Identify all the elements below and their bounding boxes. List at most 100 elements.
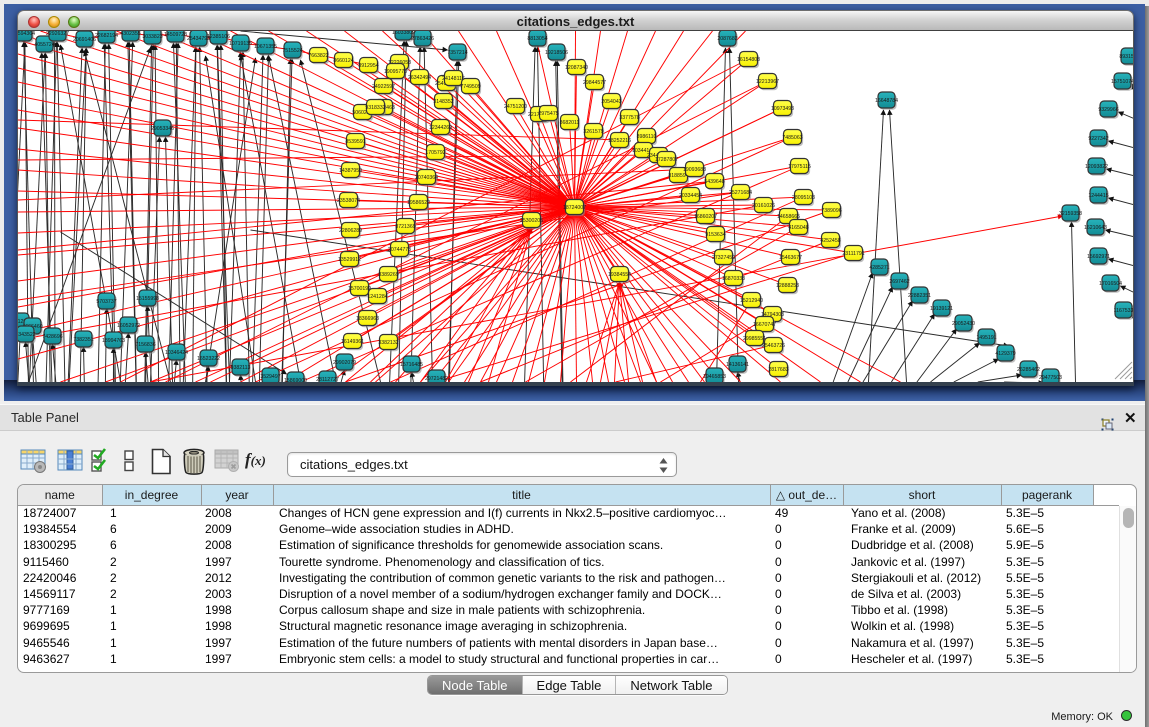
svg-text:8682011: 8682011 xyxy=(560,120,580,126)
svg-text:1705792: 1705792 xyxy=(425,150,445,156)
svg-text:29721482: 29721482 xyxy=(425,376,448,382)
svg-text:14509728: 14509728 xyxy=(164,32,187,38)
svg-text:25271684: 25271684 xyxy=(729,190,752,196)
svg-text:32159358: 32159358 xyxy=(1059,211,1082,217)
svg-text:24922597: 24922597 xyxy=(372,84,395,90)
svg-text:8660124: 8660124 xyxy=(333,58,353,64)
svg-text:10719135: 10719135 xyxy=(229,41,252,47)
svg-text:2054043: 2054043 xyxy=(601,99,621,105)
svg-text:3377578: 3377578 xyxy=(619,115,639,121)
svg-text:7389096: 7389096 xyxy=(821,208,841,214)
svg-text:24751200: 24751200 xyxy=(504,104,527,110)
svg-text:2087682: 2087682 xyxy=(717,36,737,42)
svg-text:4252458: 4252458 xyxy=(820,238,840,244)
svg-text:22682194: 22682194 xyxy=(95,33,118,39)
svg-text:8389269: 8389269 xyxy=(378,272,398,278)
svg-text:4302355: 4302355 xyxy=(120,31,140,37)
svg-text:15700199: 15700199 xyxy=(348,286,371,292)
svg-text:14387959: 14387959 xyxy=(339,168,362,174)
svg-text:16648784: 16648784 xyxy=(875,98,898,104)
svg-text:19586522: 19586522 xyxy=(407,200,430,206)
svg-text:12888253: 12888253 xyxy=(776,283,799,289)
svg-text:22926327: 22926327 xyxy=(46,31,69,37)
svg-text:3148352: 3148352 xyxy=(433,99,453,105)
svg-text:16154808: 16154808 xyxy=(737,57,760,63)
svg-text:18724007: 18724007 xyxy=(563,205,586,211)
svg-text:29477503: 29477503 xyxy=(1039,375,1062,381)
svg-text:19095773: 19095773 xyxy=(384,69,407,75)
svg-text:19465853: 19465853 xyxy=(703,374,726,380)
svg-text:3261579: 3261579 xyxy=(583,129,603,135)
svg-text:19218506: 19218506 xyxy=(545,50,568,56)
svg-text:14136141: 14136141 xyxy=(726,362,749,368)
svg-text:12344269: 12344269 xyxy=(429,125,452,131)
svg-text:29985551: 29985551 xyxy=(743,336,766,342)
svg-text:23594364: 23594364 xyxy=(18,31,35,37)
svg-text:10973493: 10973493 xyxy=(771,106,794,112)
svg-text:15155998: 15155998 xyxy=(136,296,159,302)
svg-text:25463726: 25463726 xyxy=(762,343,785,349)
svg-text:12087340: 12087340 xyxy=(565,65,588,71)
svg-text:15212940: 15212940 xyxy=(740,298,763,304)
svg-text:8986110: 8986110 xyxy=(637,134,657,140)
svg-text:20740364: 20740364 xyxy=(415,175,438,181)
svg-text:20334454: 20334454 xyxy=(679,193,702,199)
svg-text:7663822: 7663822 xyxy=(308,53,328,59)
svg-text:3382132: 3382132 xyxy=(378,340,398,346)
svg-text:15751074: 15751074 xyxy=(1111,79,1134,85)
svg-text:17016504: 17016504 xyxy=(1099,281,1122,287)
svg-text:23538074: 23538074 xyxy=(337,198,360,204)
svg-text:5703737: 5703737 xyxy=(96,299,116,305)
svg-text:10346424: 10346424 xyxy=(165,350,188,356)
svg-text:9329966: 9329966 xyxy=(1098,107,1118,113)
svg-text:20691406: 20691406 xyxy=(73,37,96,43)
svg-text:16523222: 16523222 xyxy=(197,356,220,362)
svg-text:7515524: 7515524 xyxy=(282,48,302,54)
svg-text:4055724: 4055724 xyxy=(34,42,54,48)
svg-text:10671355: 10671355 xyxy=(254,44,277,50)
svg-text:16670747: 16670747 xyxy=(753,322,776,328)
svg-text:7357214: 7357214 xyxy=(447,50,467,56)
svg-text:29844577: 29844577 xyxy=(583,80,606,86)
svg-text:16870338: 16870338 xyxy=(722,276,745,282)
svg-text:9318332: 9318332 xyxy=(365,105,385,111)
svg-text:26285462: 26285462 xyxy=(1017,367,1040,373)
svg-text:2975475: 2975475 xyxy=(538,111,558,117)
svg-text:29053346: 29053346 xyxy=(151,126,174,132)
svg-text:16052972: 16052972 xyxy=(117,323,140,329)
svg-text:12385106: 12385106 xyxy=(207,34,230,40)
svg-text:18252216: 18252216 xyxy=(608,138,631,144)
svg-text:9343522: 9343522 xyxy=(18,332,36,338)
svg-text:27863426: 27863426 xyxy=(411,36,434,42)
svg-text:29902079: 29902079 xyxy=(333,360,356,366)
svg-text:17975115: 17975115 xyxy=(788,164,811,170)
svg-text:19384554: 19384554 xyxy=(608,272,631,278)
svg-text:16149361: 16149361 xyxy=(341,339,364,345)
svg-text:25300205: 25300205 xyxy=(520,218,543,224)
svg-text:17287807: 17287807 xyxy=(655,157,678,163)
svg-text:4165048: 4165048 xyxy=(788,225,808,231)
svg-text:7428696: 7428696 xyxy=(42,334,62,340)
svg-text:15692971: 15692971 xyxy=(1087,254,1110,260)
svg-text:9382113: 9382113 xyxy=(231,365,251,371)
svg-text:3033823: 3033823 xyxy=(142,34,162,40)
svg-text:20161026: 20161026 xyxy=(752,203,775,209)
svg-text:5439648: 5439648 xyxy=(704,179,724,185)
svg-text:13529912: 13529912 xyxy=(338,257,361,263)
svg-text:1244415: 1244415 xyxy=(1088,193,1108,199)
svg-text:7156836: 7156836 xyxy=(135,342,155,348)
svg-text:7749509: 7749509 xyxy=(460,84,480,90)
svg-text:3529497: 3529497 xyxy=(260,374,280,380)
svg-text:9227342: 9227342 xyxy=(1088,136,1108,142)
svg-text:1495191: 1495191 xyxy=(976,335,996,341)
svg-text:8721369: 8721369 xyxy=(395,224,415,230)
svg-text:29052430: 29052430 xyxy=(952,321,975,327)
svg-text:2817683: 2817683 xyxy=(768,367,788,373)
svg-text:9153634: 9153634 xyxy=(705,232,725,238)
svg-text:19139121: 19139121 xyxy=(930,306,953,312)
svg-text:18994763: 18994763 xyxy=(102,338,125,344)
svg-text:22882351: 22882351 xyxy=(908,293,931,299)
svg-text:28095103: 28095103 xyxy=(792,195,815,201)
svg-text:2697462: 2697462 xyxy=(889,279,909,285)
svg-text:8931579: 8931579 xyxy=(1119,54,1134,60)
